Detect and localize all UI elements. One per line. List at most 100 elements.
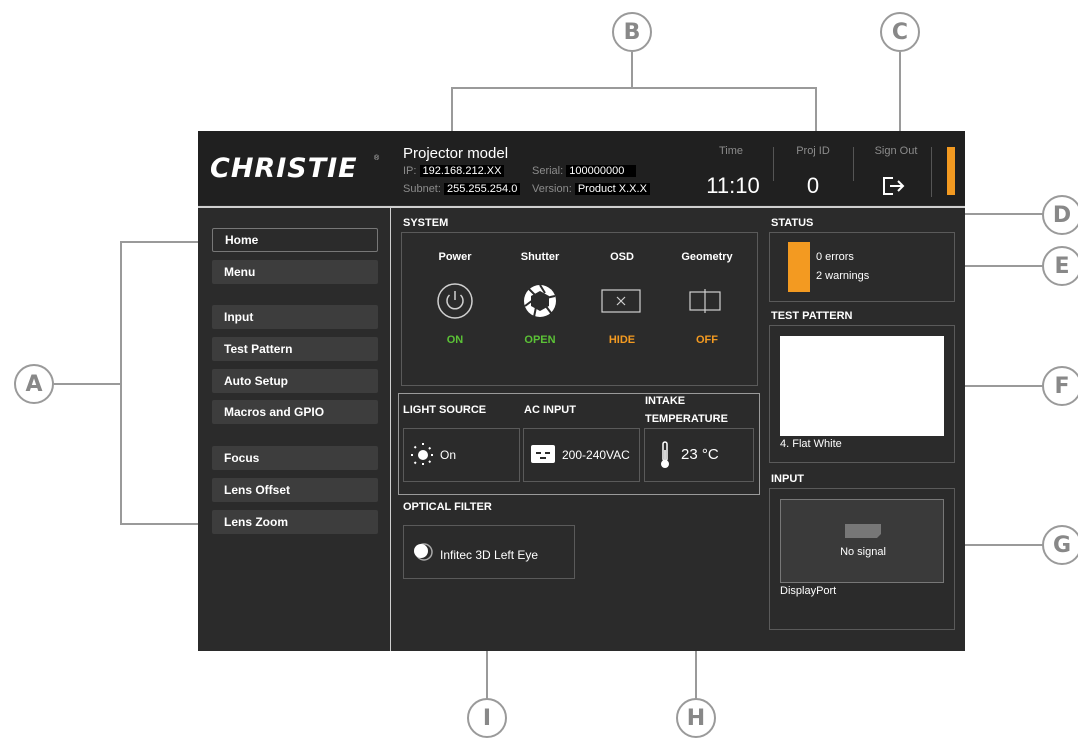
time-value: 11:10 [706,173,760,198]
leader-a-h [54,383,121,385]
header-divider [931,147,932,197]
sign-out-label: Sign Out [874,145,918,157]
nav-home[interactable]: Home [212,228,378,252]
geometry-label: Geometry [681,251,733,263]
nav-lens-offset[interactable]: Lens Offset [212,478,378,502]
leader-c [899,52,901,133]
status-panel[interactable]: 0 errors 2 warnings [769,232,955,302]
leader-a-bottom [120,523,208,525]
header-divider [853,147,854,181]
sign-out-button[interactable] [881,176,909,196]
geometry-icon [689,289,721,313]
shutter-label: Shutter [520,251,560,263]
intake-temp-card: 23 °C [644,428,754,482]
test-pattern-title: TEST PATTERN [771,310,853,322]
osd-icon [601,289,641,313]
optical-filter-value: Infitec 3D Left Eye [440,548,539,562]
callout-i: I [467,698,507,738]
test-pattern-preview [780,336,944,436]
ac-input-title: AC INPUT [524,404,576,416]
subnet-info: Subnet: 255.255.254.0 [403,183,521,195]
power-icon [437,283,473,319]
status-errors: 0 errors [816,251,854,263]
leader-b-left [451,87,453,133]
nav-focus[interactable]: Focus [212,446,378,470]
callout-g: G [1042,525,1078,565]
christie-logo: CHRISTIE [210,153,358,184]
nav-lens-zoom[interactable]: Lens Zoom [212,510,378,534]
osd-label: OSD [610,251,634,263]
callout-b: B [612,12,652,52]
serial-value: 100000000 [566,165,637,177]
callout-a: A [14,364,54,404]
intake-title-1: INTAKE [645,395,686,407]
nav-input[interactable]: Input [212,305,378,329]
sun-icon [411,443,435,467]
input-signal: No signal [840,546,886,558]
projector-model: Projector model [403,145,509,162]
thermometer-icon [661,441,669,468]
power-state: ON [446,334,464,346]
leader-a-top [120,241,208,243]
ac-input-icon [531,445,555,463]
leader-b-stem [631,52,633,88]
proj-id-label: Proj ID [796,145,830,157]
light-source-card: On [403,428,520,482]
optical-filter-icon [414,543,433,561]
power-toggle[interactable] [436,282,474,320]
nav-test-pattern[interactable]: Test Pattern [212,337,378,361]
header-divider-line [198,206,965,208]
serial-info: Serial: 100000000 [532,165,637,177]
leader-f [955,385,1043,387]
input-panel[interactable]: No signal DisplayPort [769,488,955,630]
ip-label: IP: [403,165,417,177]
callout-f: F [1042,366,1078,406]
nav-macros-gpio[interactable]: Macros and GPIO [212,400,378,424]
subnet-label: Subnet: [403,183,441,195]
input-source: DisplayPort [780,585,837,597]
leader-b-bar [451,87,817,89]
geometry-state: OFF [696,334,718,346]
nav-menu[interactable]: Menu [212,260,378,284]
test-pattern-panel[interactable]: 4. Flat White [769,325,955,463]
osd-state: HIDE [608,334,636,346]
intake-title-2: TEMPERATURE [645,413,728,425]
nav-auto-setup[interactable]: Auto Setup [212,369,378,393]
version-label: Version: [532,183,572,195]
power-label: Power [438,251,472,263]
projector-web-ui: CHRISTIE ® Projector model IP: 192.168.2… [198,131,965,651]
ac-input-value: 200-240VAC [562,448,630,462]
shutter-icon [524,284,556,318]
light-source-value: On [440,448,457,462]
optical-filter-title: OPTICAL FILTER [403,501,492,513]
status-title: STATUS [771,217,814,229]
callout-h: H [676,698,716,738]
osd-toggle[interactable] [601,289,641,313]
ip-value: 192.168.212.XX [419,165,505,177]
shutter-toggle[interactable] [521,282,559,320]
sign-out-icon [883,177,905,195]
subnet-value: 255.255.254.0 [443,183,521,195]
intake-temp-value: 23 °C [681,446,719,463]
status-warning-bar [788,242,810,292]
displayport-icon [845,524,881,538]
leader-a-v [120,241,122,525]
callout-e: E [1042,246,1078,286]
ac-input-card: 200-240VAC [523,428,640,482]
status-warnings: 2 warnings [816,270,870,282]
status-indicator-bar [947,147,955,195]
nav-divider-line [390,208,391,651]
input-title: INPUT [771,473,804,485]
optical-filter-card: Infitec 3D Left Eye [403,525,575,579]
light-source-title: LIGHT SOURCE [403,404,487,416]
test-pattern-caption: 4. Flat White [780,438,842,450]
callout-c: C [880,12,920,52]
leader-b-right [815,87,817,133]
serial-label: Serial: [532,165,564,177]
header-divider [773,147,774,181]
input-preview: No signal [780,499,944,583]
time-label: Time [718,145,744,157]
geometry-toggle[interactable] [688,289,722,313]
leader-g [955,544,1043,546]
ip-info: IP: 192.168.212.XX [403,165,505,177]
